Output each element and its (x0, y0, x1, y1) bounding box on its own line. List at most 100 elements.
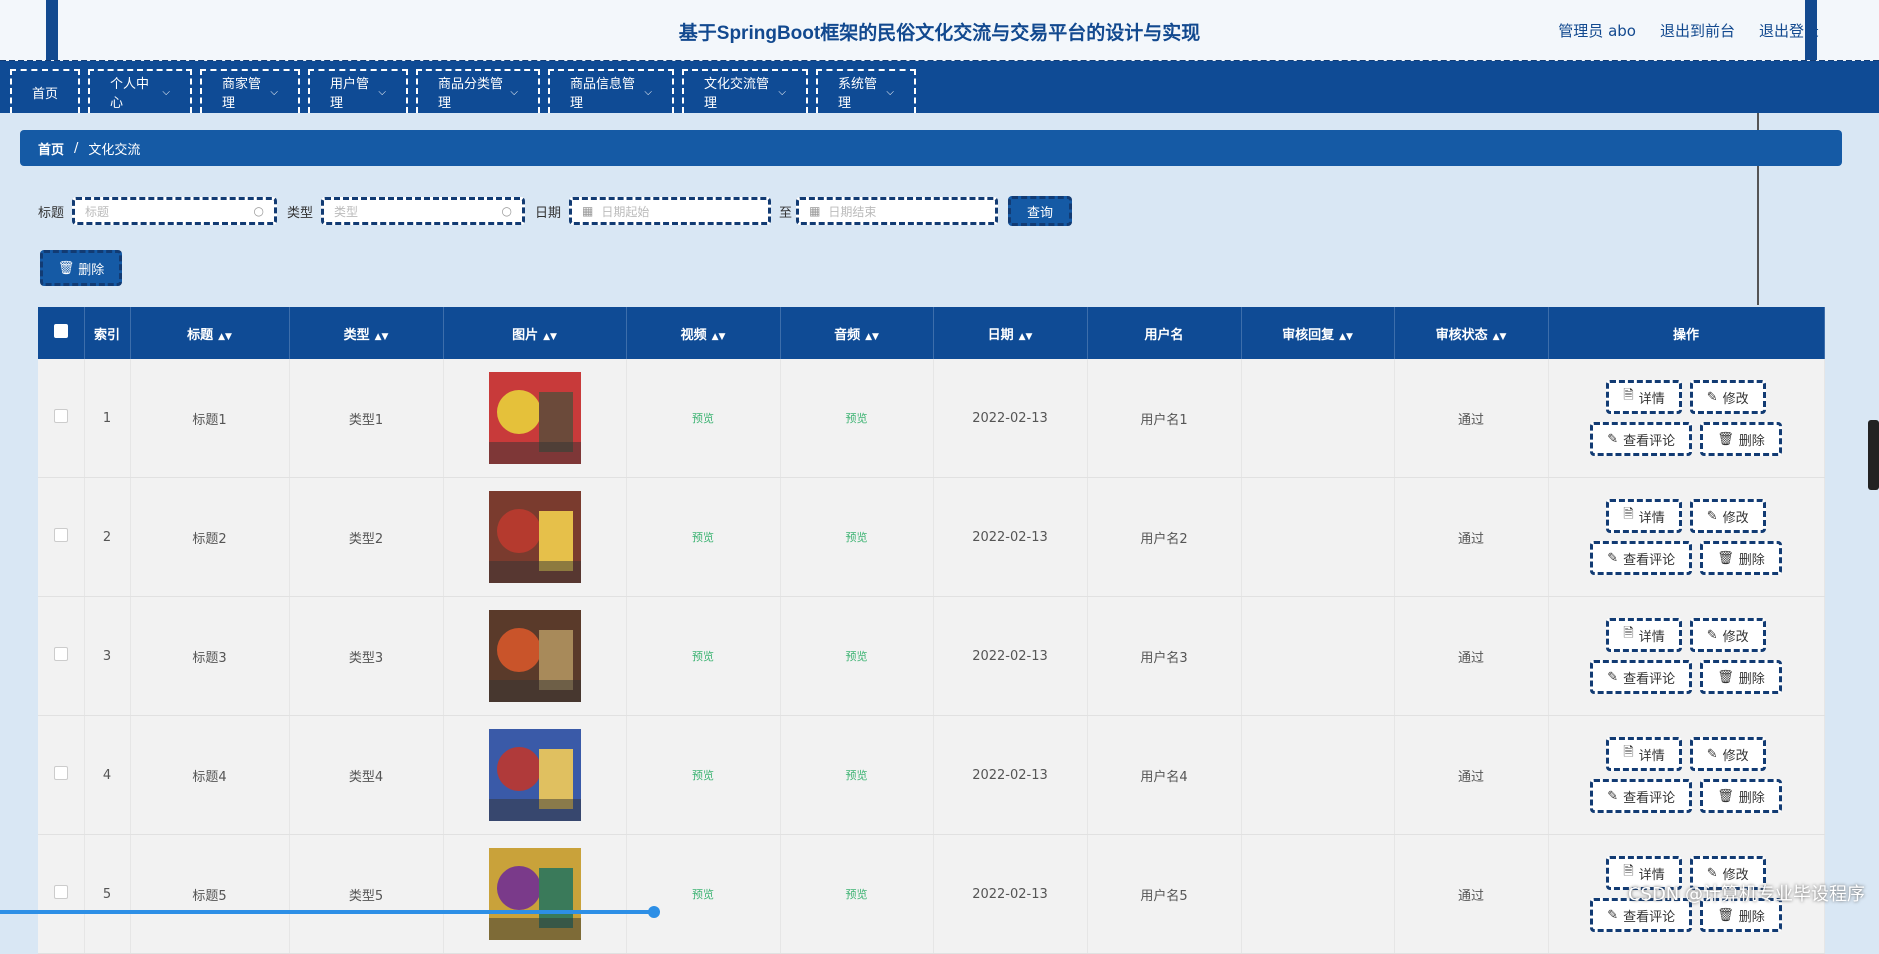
video-preview-link[interactable]: 预览 (692, 412, 714, 425)
header-review-reply[interactable]: 审核回复 ▲▼ (1241, 307, 1395, 359)
row-checkbox[interactable] (53, 885, 68, 899)
audio-preview-link[interactable]: 预览 (846, 531, 868, 544)
video-preview-link[interactable]: 预览 (692, 769, 714, 782)
video-preview-link[interactable]: 预览 (692, 531, 714, 544)
cell-review-status: 通过 (1394, 834, 1549, 954)
video-progress-bar[interactable] (0, 910, 656, 914)
header-title[interactable]: 标题 ▲▼ (130, 307, 290, 359)
breadcrumb-home[interactable]: 首页 (38, 139, 64, 158)
row-select-cell[interactable] (38, 596, 85, 716)
view-comments-button[interactable]: ✎ 查看评论 (1590, 541, 1693, 575)
sort-icon[interactable]: ▲▼ (1339, 332, 1353, 342)
date-end-picker[interactable]: ▦ 日期结束 (796, 197, 999, 225)
chevron-down-icon: ⌵ (778, 86, 786, 98)
video-preview-link[interactable]: 预览 (692, 650, 714, 663)
sort-icon[interactable]: ▲▼ (375, 332, 389, 342)
batch-delete-button[interactable]: 🗑 删除 (40, 250, 122, 286)
detail-button[interactable]: 🗎 详情 (1606, 380, 1682, 414)
row-select-cell[interactable] (38, 834, 85, 954)
cell-index: 5 (84, 834, 131, 954)
row-checkbox[interactable] (53, 766, 68, 780)
edit-label: 修改 (1722, 510, 1749, 526)
edit-icon: ✎ (1607, 788, 1619, 804)
sort-icon[interactable]: ▲▼ (218, 332, 232, 342)
cell-review-status: 通过 (1394, 477, 1549, 597)
cell-index: 3 (84, 596, 131, 716)
breadcrumb-current: 文化交流 (88, 142, 141, 158)
sort-icon[interactable]: ▲▼ (1019, 332, 1033, 342)
edit-button[interactable]: ✎ 修改 (1689, 499, 1766, 533)
audio-preview-link[interactable]: 预览 (846, 769, 868, 782)
edit-icon: ✎ (1607, 669, 1619, 685)
type-search-input[interactable]: 类型 ○ (321, 197, 526, 225)
edit-button[interactable]: ✎ 修改 (1689, 737, 1766, 771)
view-comments-label: 查看评论 (1623, 671, 1676, 687)
date-start-picker[interactable]: ▦ 日期起始 (569, 197, 772, 225)
nav-category-management[interactable]: 商品分类管理 ⌵ (416, 69, 540, 113)
progress-handle[interactable] (648, 906, 660, 918)
cell-type: 类型4 (289, 715, 444, 835)
scrollbar-thumb[interactable] (1868, 420, 1879, 490)
festival-photo-thumbnail[interactable] (488, 372, 581, 464)
nav-merchant-management[interactable]: 商家管理 ⌵ (200, 69, 300, 113)
title-search-input[interactable]: 标题 ○ (72, 197, 278, 225)
audio-preview-link[interactable]: 预览 (846, 650, 868, 663)
sort-icon[interactable]: ▲▼ (543, 332, 557, 342)
audio-preview-link[interactable]: 预览 (846, 412, 868, 425)
nav-system-management[interactable]: 系统管理 ⌵ (816, 69, 916, 113)
header-label: 视频 (680, 327, 707, 343)
to-front-link[interactable]: 退出到前台 (1660, 20, 1735, 41)
row-select-cell[interactable] (38, 477, 85, 597)
header-audio[interactable]: 音频 ▲▼ (780, 307, 934, 359)
view-comments-button[interactable]: ✎ 查看评论 (1590, 660, 1693, 694)
detail-button[interactable]: 🗎 详情 (1606, 618, 1682, 652)
header-review-status[interactable]: 审核状态 ▲▼ (1394, 307, 1549, 359)
row-delete-button[interactable]: 🗑 删除 (1700, 660, 1782, 694)
row-delete-button[interactable]: 🗑 删除 (1700, 541, 1782, 575)
nav-home[interactable]: 首页 (10, 69, 80, 113)
header-date[interactable]: 日期 ▲▼ (933, 307, 1088, 359)
cell-review-reply (1241, 359, 1395, 478)
row-delete-button[interactable]: 🗑 删除 (1700, 779, 1782, 813)
header-username[interactable]: 用户名 (1087, 307, 1242, 359)
actions-row-bottom: ✎ 查看评论 🗑 删除 (1590, 541, 1782, 575)
festival-photo-thumbnail[interactable] (488, 610, 581, 702)
sort-icon[interactable]: ▲▼ (712, 332, 726, 342)
table-row: 1 标题1 类型1 预览 预览 2022-02-13 用户名1 通过 🗎 详情 ✎… (38, 359, 1825, 478)
cell-audio: 预览 (780, 834, 934, 954)
festival-photo-thumbnail[interactable] (488, 491, 581, 583)
title-filter-label: 标题 (38, 205, 65, 221)
audio-preview-link[interactable]: 预览 (846, 888, 868, 901)
nav-culture-exchange-management[interactable]: 文化交流管理 ⌵ (682, 69, 808, 113)
row-delete-button[interactable]: 🗑 删除 (1700, 422, 1782, 456)
festival-photo-thumbnail[interactable] (488, 729, 581, 821)
edit-button[interactable]: ✎ 修改 (1689, 618, 1766, 652)
cell-index: 1 (84, 359, 131, 478)
view-comments-button[interactable]: ✎ 查看评论 (1590, 422, 1693, 456)
detail-button[interactable]: 🗎 详情 (1606, 499, 1682, 533)
view-comments-button[interactable]: ✎ 查看评论 (1590, 779, 1693, 813)
row-select-cell[interactable] (38, 359, 85, 478)
festival-photo-thumbnail[interactable] (488, 848, 581, 940)
sort-icon[interactable]: ▲▼ (865, 332, 879, 342)
sort-icon[interactable]: ▲▼ (1493, 332, 1507, 342)
detail-button[interactable]: 🗎 详情 (1606, 737, 1682, 771)
nav-product-management[interactable]: 商品信息管理 ⌵ (548, 69, 674, 113)
row-checkbox[interactable] (53, 409, 68, 423)
cell-video: 预览 (626, 715, 781, 835)
row-checkbox[interactable] (53, 647, 68, 661)
row-select-cell[interactable] (38, 715, 85, 835)
header-type[interactable]: 类型 ▲▼ (289, 307, 444, 359)
cell-review-reply (1241, 477, 1395, 597)
select-all-checkbox[interactable] (53, 324, 68, 338)
row-checkbox[interactable] (53, 528, 68, 542)
video-preview-link[interactable]: 预览 (692, 888, 714, 901)
header-video[interactable]: 视频 ▲▼ (626, 307, 781, 359)
nav-user-management[interactable]: 用户管理 ⌵ (308, 69, 408, 113)
chevron-down-icon: ⌵ (886, 86, 894, 98)
header-image[interactable]: 图片 ▲▼ (443, 307, 627, 359)
query-button[interactable]: 查询 (1008, 196, 1073, 226)
edit-button[interactable]: ✎ 修改 (1689, 380, 1766, 414)
nav-personal-center[interactable]: 个人中心 ⌵ (88, 69, 192, 113)
header-select-all[interactable] (38, 307, 85, 359)
